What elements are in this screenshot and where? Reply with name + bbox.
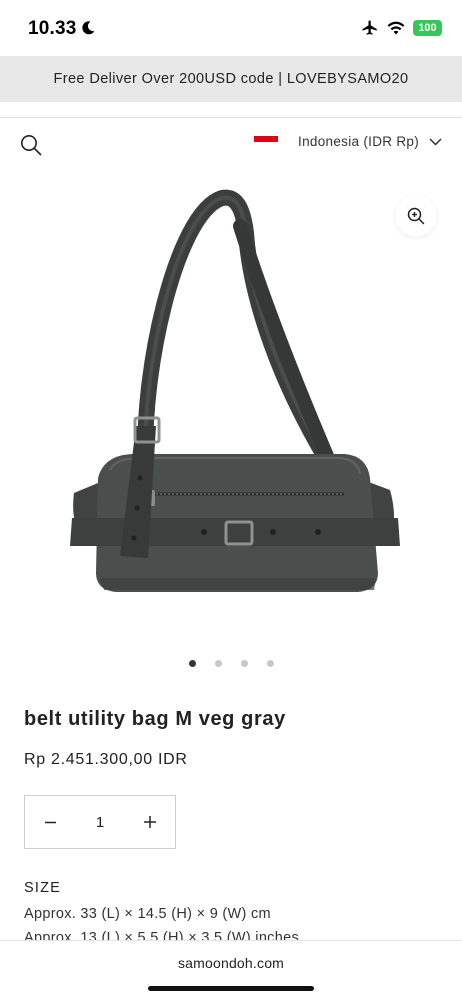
indonesia-flag-icon <box>254 135 279 148</box>
plus-icon <box>144 816 156 828</box>
home-indicator <box>148 986 314 991</box>
size-heading: SIZE <box>24 880 62 896</box>
quantity-stepper <box>24 795 176 849</box>
gallery-dot-1[interactable] <box>188 660 196 667</box>
browser-address-bar: samoondoh.com <box>0 940 462 1000</box>
minus-icon <box>44 821 56 823</box>
product-title: belt utility bag M veg gray <box>24 708 286 730</box>
announcement-text: Free Deliver Over 200USD code | LOVEBYSA… <box>53 71 409 87</box>
battery-indicator: 100 <box>413 20 442 36</box>
zoom-button[interactable] <box>395 195 437 237</box>
wifi-icon <box>387 21 405 35</box>
quantity-increment-button[interactable] <box>125 796 175 848</box>
moon-icon <box>82 21 95 35</box>
search-icon <box>21 135 42 156</box>
gallery-dot-2[interactable] <box>214 660 222 667</box>
quantity-decrement-button[interactable] <box>25 796 75 848</box>
status-bar: 10.33 100 <box>0 0 462 56</box>
status-indicators: 100 <box>361 19 442 37</box>
gallery-pagination <box>0 660 462 667</box>
product-price: Rp 2.451.300,00 IDR <box>24 751 188 768</box>
country-label: Indonesia (IDR Rp) <box>298 134 419 149</box>
gallery-dot-4[interactable] <box>266 660 274 667</box>
gallery-dot-3[interactable] <box>240 660 248 667</box>
quantity-input[interactable] <box>80 813 120 831</box>
store-header: Indonesia (IDR Rp) <box>0 118 462 172</box>
airplane-icon <box>362 20 377 35</box>
zoom-in-icon <box>407 207 425 225</box>
search-button[interactable] <box>20 134 42 156</box>
country-selector[interactable]: Indonesia (IDR Rp) <box>254 134 442 149</box>
status-time: 10.33 <box>28 18 77 39</box>
product-image[interactable] <box>0 178 462 638</box>
chevron-down-icon <box>429 137 442 146</box>
size-cm: Approx. 33 (L) × 14.5 (H) × 9 (W) cm <box>24 906 271 922</box>
announcement-bar: Free Deliver Over 200USD code | LOVEBYSA… <box>0 56 462 102</box>
url-label[interactable]: samoondoh.com <box>0 955 462 971</box>
